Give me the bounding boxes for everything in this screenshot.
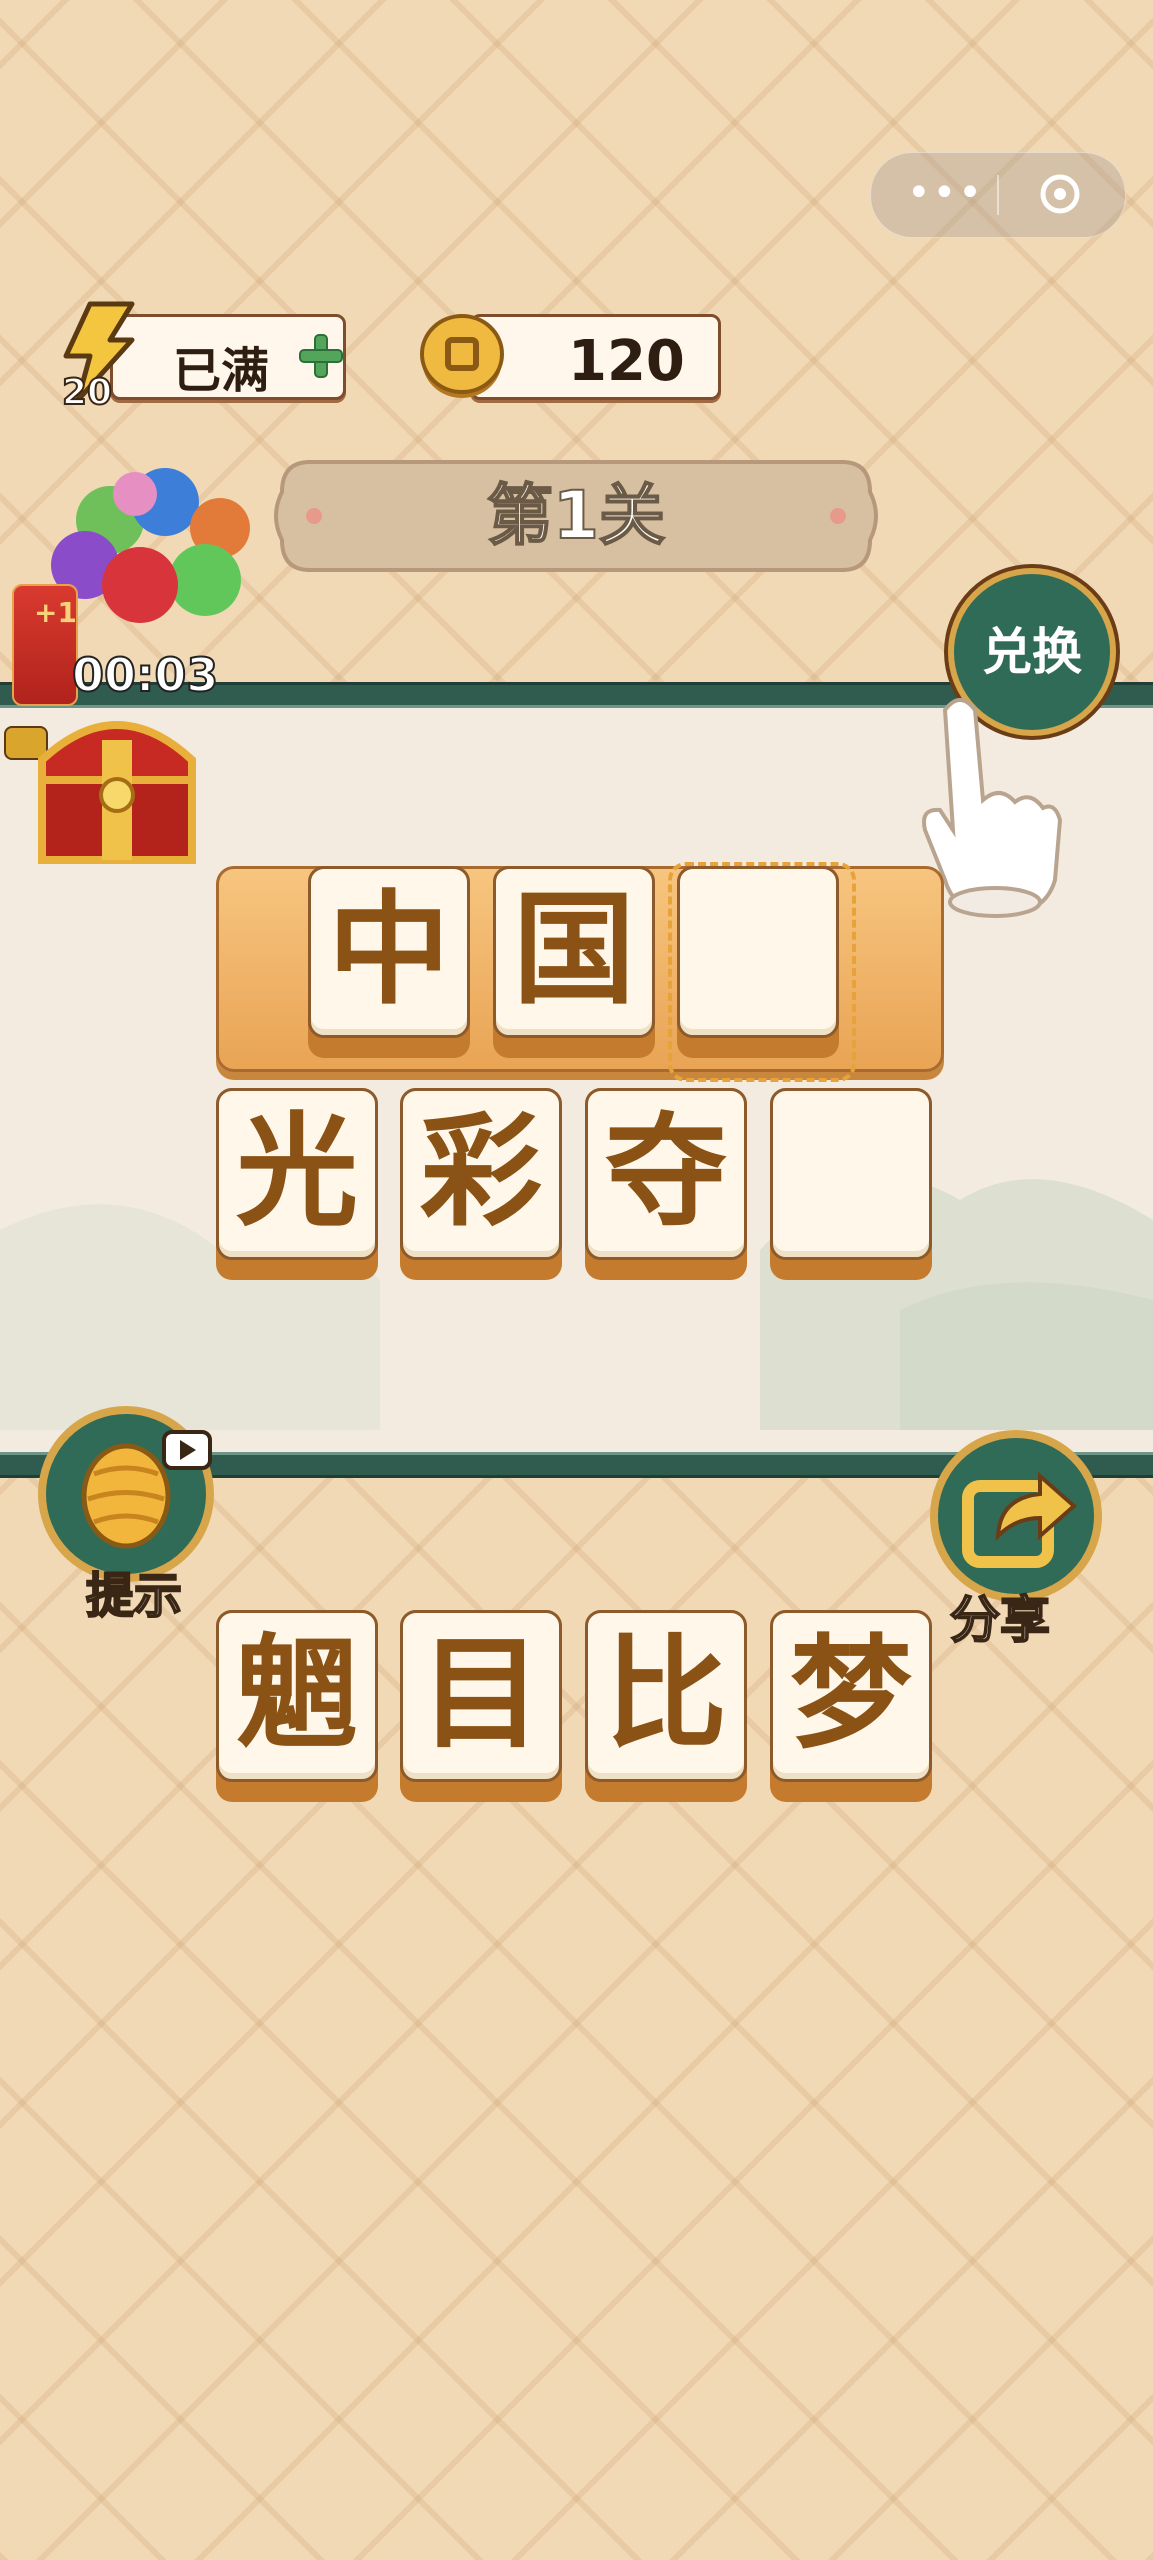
answer-tile-empty[interactable]: [677, 866, 839, 1058]
answer-tile[interactable]: 中: [308, 866, 470, 1058]
tile-char: 彩: [420, 1101, 542, 1243]
tile-char: [770, 1088, 932, 1260]
choice-tile[interactable]: 比: [585, 1610, 747, 1802]
share-label: 分享: [949, 1590, 1051, 1650]
mini-program-capsule: •••: [870, 152, 1126, 238]
tile-char: 目: [420, 1623, 542, 1765]
tile-char: 光: [236, 1101, 358, 1243]
tile-char: 夺: [605, 1101, 727, 1243]
level-title: 第1关: [486, 476, 666, 555]
choice-tile[interactable]: 目: [400, 1610, 562, 1802]
choice-tile[interactable]: 魍: [216, 1610, 378, 1802]
word-tile-empty[interactable]: [770, 1088, 932, 1280]
coin-amount: 120: [568, 329, 685, 394]
red-packet-text: +1: [34, 596, 77, 629]
hint-label: 提示: [85, 1567, 183, 1625]
energy-count: 20: [61, 371, 113, 414]
word-tile[interactable]: 夺: [585, 1088, 747, 1280]
coin-icon: [420, 314, 504, 398]
tile-char: 梦: [790, 1623, 912, 1765]
reward-timer: 00:03: [71, 647, 219, 703]
word-tile[interactable]: 光: [216, 1088, 378, 1280]
answer-tile[interactable]: 国: [493, 866, 655, 1058]
plus-icon[interactable]: [296, 331, 346, 381]
mountains-bg: [0, 1178, 1153, 1430]
share-button[interactable]: [928, 1428, 1104, 1604]
tile-char: 比: [605, 1623, 727, 1765]
target-icon[interactable]: [1039, 173, 1081, 215]
energy-status: 已满: [173, 343, 270, 399]
tile-char: 中: [328, 879, 450, 1021]
choice-tile[interactable]: 梦: [770, 1610, 932, 1802]
tile-char: [677, 866, 839, 1038]
tile-char: 魍: [236, 1623, 358, 1765]
capsule-divider: [997, 175, 999, 215]
tile-char: 国: [513, 879, 635, 1021]
word-tile[interactable]: 彩: [400, 1088, 562, 1280]
more-dots-icon[interactable]: •••: [907, 173, 984, 213]
energy-pill: 已满: [110, 314, 346, 400]
treasure-chest-icon[interactable]: [22, 700, 212, 880]
